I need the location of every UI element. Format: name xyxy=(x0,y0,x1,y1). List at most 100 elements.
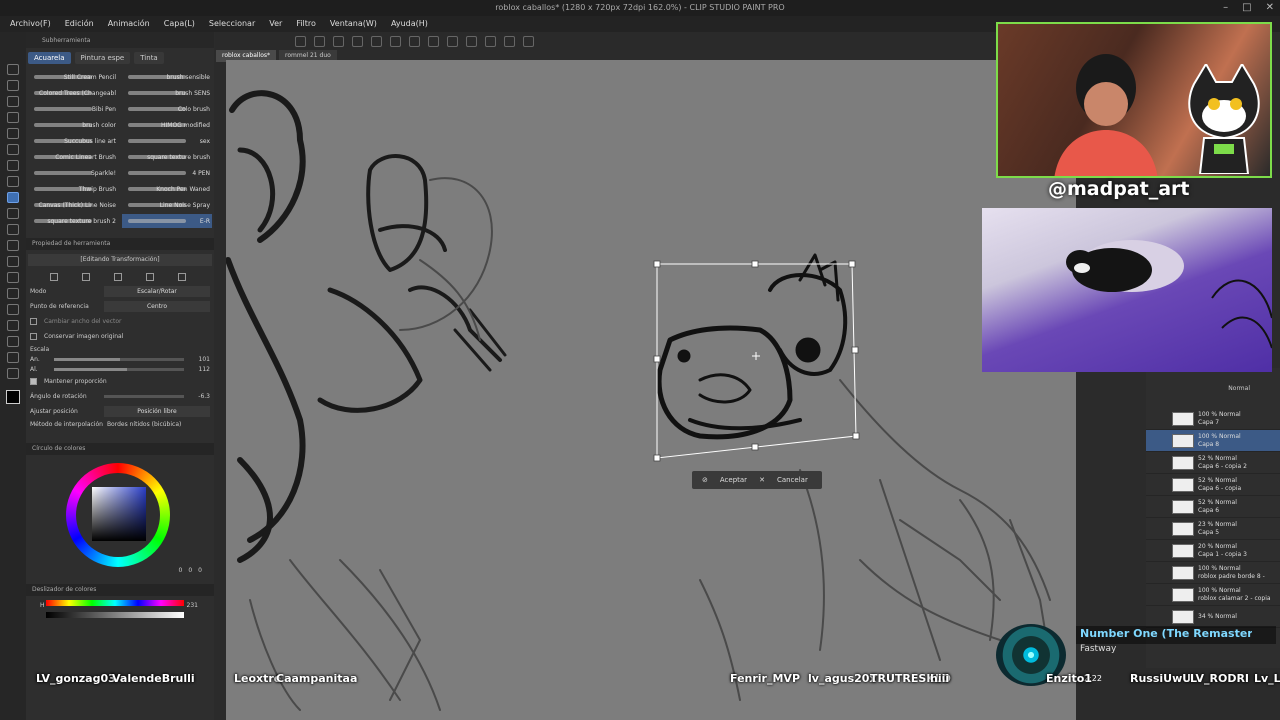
brush-item[interactable]: Comic Lineart Brush xyxy=(28,150,118,164)
deselect-icon[interactable] xyxy=(390,35,401,47)
color-saturation-square[interactable] xyxy=(92,487,146,541)
brush-item[interactable]: Bibi Pen xyxy=(28,102,118,116)
menu-archivo[interactable]: Archivo(F) xyxy=(10,16,51,32)
brush-item[interactable]: Line Noise Spray xyxy=(122,198,212,212)
gradient-tool-icon[interactable] xyxy=(7,272,19,283)
brush-item[interactable]: brush color xyxy=(28,118,118,132)
pen-icon[interactable] xyxy=(466,35,477,47)
brush-item-selected[interactable]: E-R xyxy=(122,214,212,228)
scale-height-slider[interactable] xyxy=(54,367,184,371)
drawing-canvas[interactable] xyxy=(226,60,1076,720)
brush-item[interactable]: sex xyxy=(122,134,212,148)
menu-animacion[interactable]: Animación xyxy=(108,16,150,32)
reference-point-select[interactable]: Centro xyxy=(104,301,210,312)
brush-item[interactable]: Knoch Pen Waned xyxy=(122,182,212,196)
tab-tinta[interactable]: Tinta xyxy=(134,52,164,64)
brush-item[interactable]: Succubus line art xyxy=(28,134,118,148)
layer-item[interactable]: 52 % Normal Capa 6 - copia xyxy=(1146,474,1280,496)
snap-ruler-icon[interactable] xyxy=(428,35,439,47)
fill-tool-icon[interactable] xyxy=(7,256,19,267)
menu-ventana[interactable]: Ventana(W) xyxy=(330,16,377,32)
tab-pintura-especial[interactable]: Pintura espe xyxy=(74,52,131,64)
redo-icon[interactable] xyxy=(314,35,325,47)
accept-button[interactable]: Aceptar xyxy=(720,476,747,484)
frame-tool-icon[interactable] xyxy=(7,304,19,315)
layer-item[interactable]: 100 % Normal Capa 7 xyxy=(1146,408,1280,430)
menu-capa[interactable]: Capa(L) xyxy=(164,16,195,32)
auto-select-tool-icon[interactable] xyxy=(7,128,19,139)
layer-item[interactable]: 100 % Normal roblox padre borde 8 - xyxy=(1146,562,1280,584)
menu-ver[interactable]: Ver xyxy=(269,16,282,32)
brush-item[interactable]: HIMOG modified xyxy=(122,118,212,132)
zoom-tool-icon[interactable] xyxy=(7,64,19,75)
layer-item-selected[interactable]: 100 % Normal Capa 8 xyxy=(1146,430,1280,452)
flip-icon[interactable] xyxy=(504,35,515,47)
rotation-value[interactable]: -6.3 xyxy=(188,393,210,400)
menu-seleccionar[interactable]: Seleccionar xyxy=(209,16,255,32)
layer-item[interactable]: 20 % Normal Capa 1 - copia 3 xyxy=(1146,540,1280,562)
selection-tool-icon[interactable] xyxy=(7,112,19,123)
operation-tool-icon[interactable] xyxy=(7,96,19,107)
cancel-icon[interactable] xyxy=(178,273,186,281)
brush-item[interactable]: Thwip Brush xyxy=(28,182,118,196)
tab-acuarela[interactable]: Acuarela xyxy=(28,52,71,64)
brush-item[interactable]: Colored Trees (Changeabl xyxy=(28,86,118,100)
main-color-swatch[interactable] xyxy=(6,390,20,404)
clear-icon[interactable] xyxy=(333,35,344,47)
pencil-tool-icon[interactable] xyxy=(7,176,19,187)
brush-item[interactable]: Colo brush xyxy=(122,102,212,116)
eyedropper-tool-icon[interactable] xyxy=(7,144,19,155)
flip-horizontal-icon[interactable] xyxy=(50,273,58,281)
brush-item[interactable]: 4 PEN xyxy=(122,166,212,180)
balloon-tool-icon[interactable] xyxy=(7,352,19,363)
rotation-slider[interactable] xyxy=(104,395,184,398)
vector-width-checkbox[interactable] xyxy=(30,318,37,325)
scale-height-value[interactable]: 112 xyxy=(188,366,210,373)
text-tool-icon[interactable] xyxy=(7,336,19,347)
correct-line-tool-icon[interactable] xyxy=(7,368,19,379)
move-icon[interactable] xyxy=(523,35,534,47)
airbrush-tool-icon[interactable] xyxy=(7,208,19,219)
layer-item[interactable]: 52 % Normal Capa 6 xyxy=(1146,496,1280,518)
maximize-icon[interactable]: □ xyxy=(1242,0,1251,16)
eraser-tool-icon[interactable] xyxy=(7,224,19,235)
close-icon[interactable]: ✕ xyxy=(1266,0,1274,16)
blend-mode-select[interactable]: Normal xyxy=(1228,385,1250,392)
hue-slider[interactable] xyxy=(46,600,184,606)
keep-ratio-checkbox[interactable] xyxy=(30,378,37,385)
interpolation-select[interactable]: Bordes nítidos (bicúbica) xyxy=(107,421,181,428)
mode-select[interactable]: Escalar/Rotar xyxy=(104,286,210,297)
layer-item[interactable]: 23 % Normal Capa 5 xyxy=(1146,518,1280,540)
snap-grid-icon[interactable] xyxy=(447,35,458,47)
brush-item[interactable]: square texture brush 2 xyxy=(28,214,118,228)
flip-vertical-icon[interactable] xyxy=(82,273,90,281)
brush-item[interactable]: Still Cream Pencil xyxy=(28,70,118,84)
brush-item[interactable]: Sparkle! xyxy=(28,166,118,180)
value-slider[interactable] xyxy=(46,612,184,618)
menu-edicion[interactable]: Edición xyxy=(65,16,94,32)
transform-icon[interactable] xyxy=(371,35,382,47)
minimize-icon[interactable]: – xyxy=(1223,0,1228,16)
brush-item[interactable]: brush SENS xyxy=(122,86,212,100)
pen-tool-icon[interactable] xyxy=(7,160,19,171)
brush-item[interactable]: square texture brush xyxy=(122,150,212,164)
confirm-icon[interactable] xyxy=(146,273,154,281)
ruler-tool-icon[interactable] xyxy=(7,320,19,331)
layer-item[interactable]: 100 % Normal roblox calamar 2 - copia xyxy=(1146,584,1280,606)
move-tool-icon[interactable] xyxy=(7,80,19,91)
menu-filtro[interactable]: Filtro xyxy=(296,16,316,32)
layer-item[interactable]: 52 % Normal Capa 6 - copia 2 xyxy=(1146,452,1280,474)
invert-selection-icon[interactable] xyxy=(409,35,420,47)
scale-width-value[interactable]: 101 xyxy=(188,356,210,363)
figure-tool-icon[interactable] xyxy=(7,288,19,299)
adjust-position-select[interactable]: Posición libre xyxy=(104,406,210,417)
keep-original-checkbox[interactable] xyxy=(30,333,37,340)
scale-width-slider[interactable] xyxy=(54,357,184,361)
color-wheel[interactable] xyxy=(66,463,170,567)
crop-icon[interactable] xyxy=(485,35,496,47)
menu-ayuda[interactable]: Ayuda(H) xyxy=(391,16,428,32)
settings-icon[interactable] xyxy=(114,273,122,281)
brush-item[interactable]: brush sensible xyxy=(122,70,212,84)
brush-tool-icon[interactable] xyxy=(7,192,19,203)
blend-tool-icon[interactable] xyxy=(7,240,19,251)
